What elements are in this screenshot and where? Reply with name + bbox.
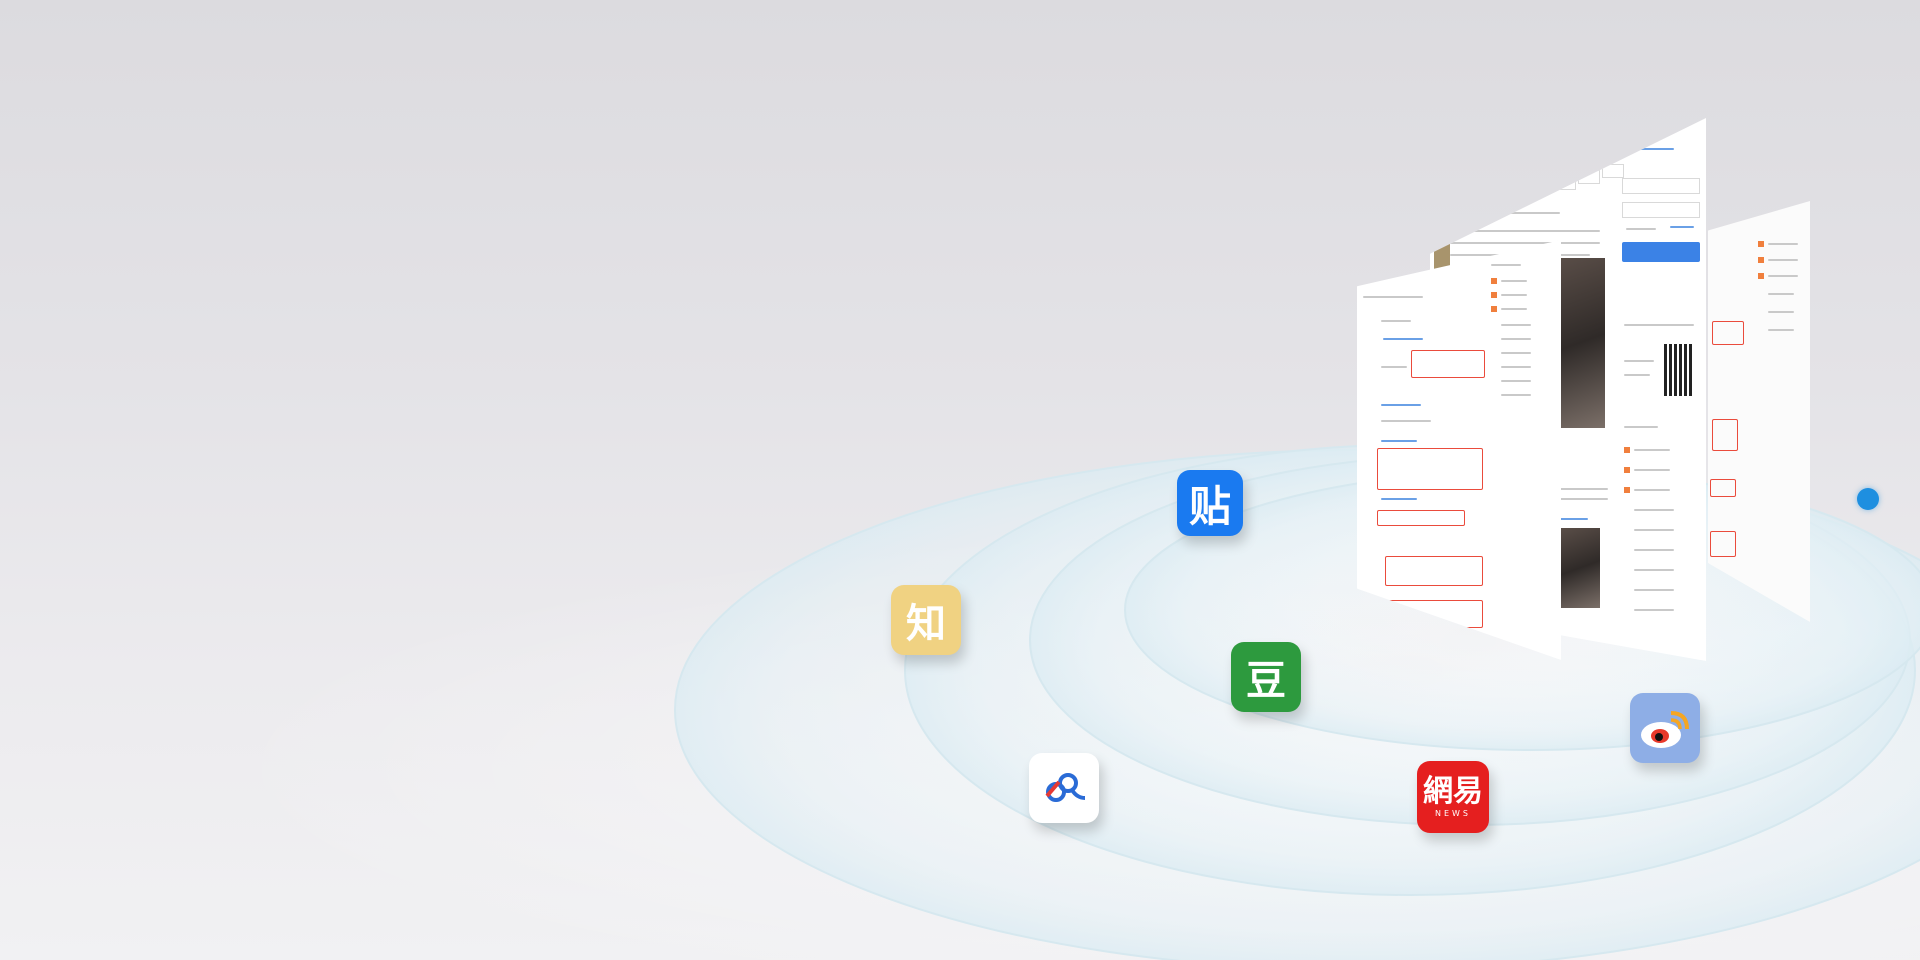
douban-app-button[interactable]: 豆 <box>1231 642 1301 712</box>
weibo-app-button[interactable] <box>1630 693 1700 763</box>
screenshot-reply-list <box>1357 240 1561 660</box>
netease-news-icon: 網易 <box>1423 773 1483 809</box>
zhihu-app-button[interactable]: 知 <box>891 585 961 655</box>
tieba-icon: 贴 <box>1188 481 1231 531</box>
baidu-zhidao-icon <box>1045 773 1086 802</box>
baidu-zhidao-app-button[interactable] <box>1029 753 1099 823</box>
weibo-icon <box>1641 711 1689 748</box>
zhihu-icon: 知 <box>906 601 946 647</box>
netease-news-sub: NEWS <box>1434 808 1472 818</box>
hero-background: 贴 知 豆 網易 NEWS <box>0 0 1920 960</box>
douban-icon: 豆 <box>1246 658 1286 704</box>
screenshot-side-page <box>1708 201 1810 622</box>
tieba-app-button[interactable]: 贴 <box>1177 470 1243 536</box>
netease-news-app-button[interactable]: 網易 NEWS <box>1417 761 1489 833</box>
accent-dot <box>1857 488 1879 510</box>
